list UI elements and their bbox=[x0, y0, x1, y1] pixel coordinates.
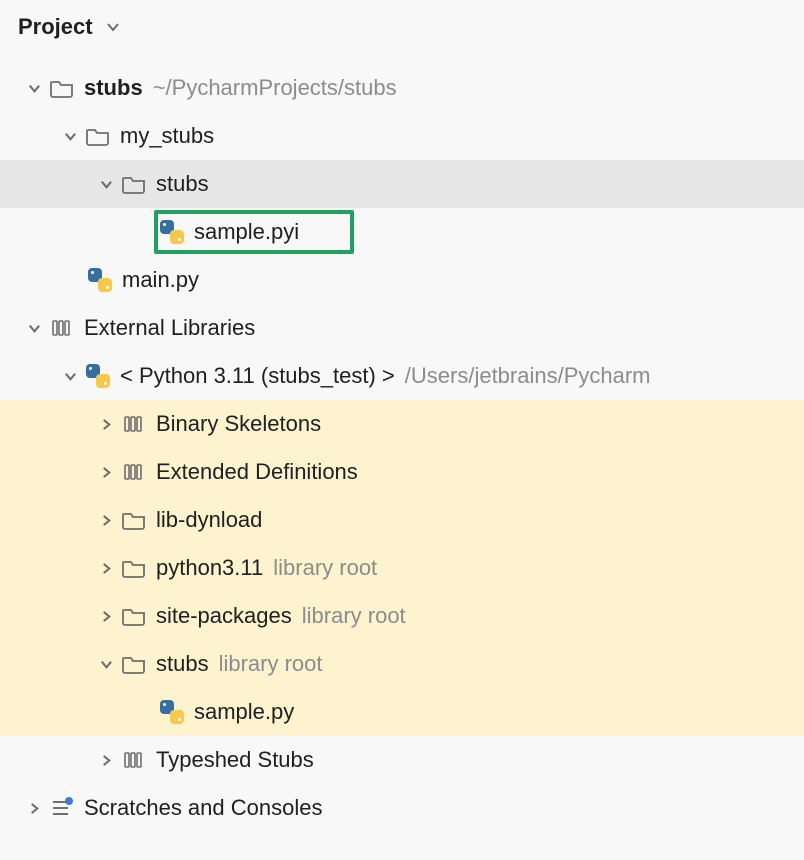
tree-node-label: External Libraries bbox=[84, 315, 255, 341]
chevron-right-icon[interactable] bbox=[94, 604, 118, 628]
tree-node-my-stubs[interactable]: my_stubs bbox=[0, 112, 804, 160]
folder-icon bbox=[120, 602, 148, 630]
tree-node-suffix: library root bbox=[273, 555, 377, 581]
python-file-icon bbox=[158, 698, 186, 726]
chevron-down-icon[interactable] bbox=[58, 124, 82, 148]
library-icon bbox=[120, 410, 148, 438]
tree-node-label: main.py bbox=[122, 267, 199, 293]
folder-icon bbox=[120, 554, 148, 582]
tree-node-main-py[interactable]: main.py bbox=[0, 256, 804, 304]
chevron-down-icon[interactable] bbox=[58, 364, 82, 388]
tree-node-label: stubs bbox=[84, 75, 143, 101]
tree-node-label: stubs bbox=[156, 171, 209, 197]
library-icon bbox=[120, 746, 148, 774]
tree-node-label: Extended Definitions bbox=[156, 459, 358, 485]
project-tree: stubs ~/PycharmProjects/stubs my_stubs s… bbox=[0, 50, 804, 832]
tree-node-sample-py[interactable]: sample.py bbox=[0, 688, 804, 736]
tree-node-external-libraries[interactable]: External Libraries bbox=[0, 304, 804, 352]
tree-node-label: stubs bbox=[156, 651, 209, 677]
tree-node-lib-dynload[interactable]: lib-dynload bbox=[0, 496, 804, 544]
scratches-icon bbox=[48, 794, 76, 822]
chevron-down-icon[interactable] bbox=[22, 76, 46, 100]
chevron-right-icon[interactable] bbox=[94, 508, 118, 532]
chevron-right-icon[interactable] bbox=[94, 412, 118, 436]
folder-icon bbox=[120, 650, 148, 678]
tree-node-path: ~/PycharmProjects/stubs bbox=[153, 75, 397, 101]
tree-node-stubs[interactable]: stubs bbox=[0, 160, 804, 208]
chevron-down-icon[interactable] bbox=[22, 316, 46, 340]
chevron-down-icon[interactable] bbox=[94, 652, 118, 676]
folder-icon bbox=[120, 506, 148, 534]
tree-node-binary-skeletons[interactable]: Binary Skeletons bbox=[0, 400, 804, 448]
tree-node-label: Scratches and Consoles bbox=[84, 795, 322, 821]
tree-node-sample-pyi[interactable]: sample.pyi bbox=[0, 208, 804, 256]
tree-node-extended-definitions[interactable]: Extended Definitions bbox=[0, 448, 804, 496]
chevron-down-icon[interactable] bbox=[94, 172, 118, 196]
tree-node-site-packages[interactable]: site-packages library root bbox=[0, 592, 804, 640]
python-file-icon bbox=[158, 218, 186, 246]
python-file-icon bbox=[86, 266, 114, 294]
library-icon bbox=[120, 458, 148, 486]
chevron-right-icon[interactable] bbox=[94, 748, 118, 772]
project-tool-window: Project stubs ~/PycharmProjects/stubs bbox=[0, 0, 804, 860]
tree-node-python311[interactable]: python3.11 library root bbox=[0, 544, 804, 592]
library-icon bbox=[48, 314, 76, 342]
chevron-right-icon[interactable] bbox=[22, 796, 46, 820]
chevron-down-icon[interactable] bbox=[103, 17, 123, 37]
project-header[interactable]: Project bbox=[0, 0, 804, 50]
chevron-right-icon[interactable] bbox=[94, 556, 118, 580]
tree-node-label: Binary Skeletons bbox=[156, 411, 321, 437]
tree-node-label: sample.pyi bbox=[194, 219, 299, 245]
tree-node-label: < Python 3.11 (stubs_test) > bbox=[120, 363, 395, 389]
chevron-right-icon[interactable] bbox=[94, 460, 118, 484]
tree-node-interpreter[interactable]: < Python 3.11 (stubs_test) > /Users/jetb… bbox=[0, 352, 804, 400]
tree-node-label: python3.11 bbox=[156, 555, 263, 581]
tree-node-scratches[interactable]: Scratches and Consoles bbox=[0, 784, 804, 832]
tree-node-suffix: library root bbox=[302, 603, 406, 629]
tree-node-label: lib-dynload bbox=[156, 507, 262, 533]
tree-node-label: my_stubs bbox=[120, 123, 214, 149]
python-icon bbox=[84, 362, 112, 390]
tree-node-label: sample.py bbox=[194, 699, 294, 725]
tree-node-path: /Users/jetbrains/Pycharm bbox=[405, 363, 651, 389]
folder-icon bbox=[84, 122, 112, 150]
tree-node-typeshed[interactable]: Typeshed Stubs bbox=[0, 736, 804, 784]
tree-node-label: site-packages bbox=[156, 603, 292, 629]
folder-icon bbox=[120, 170, 148, 198]
folder-icon bbox=[48, 74, 76, 102]
tree-node-stubs-lib[interactable]: stubs library root bbox=[0, 640, 804, 688]
project-title: Project bbox=[18, 14, 93, 40]
tree-node-label: Typeshed Stubs bbox=[156, 747, 314, 773]
tree-node-root[interactable]: stubs ~/PycharmProjects/stubs bbox=[0, 64, 804, 112]
tree-node-suffix: library root bbox=[219, 651, 323, 677]
